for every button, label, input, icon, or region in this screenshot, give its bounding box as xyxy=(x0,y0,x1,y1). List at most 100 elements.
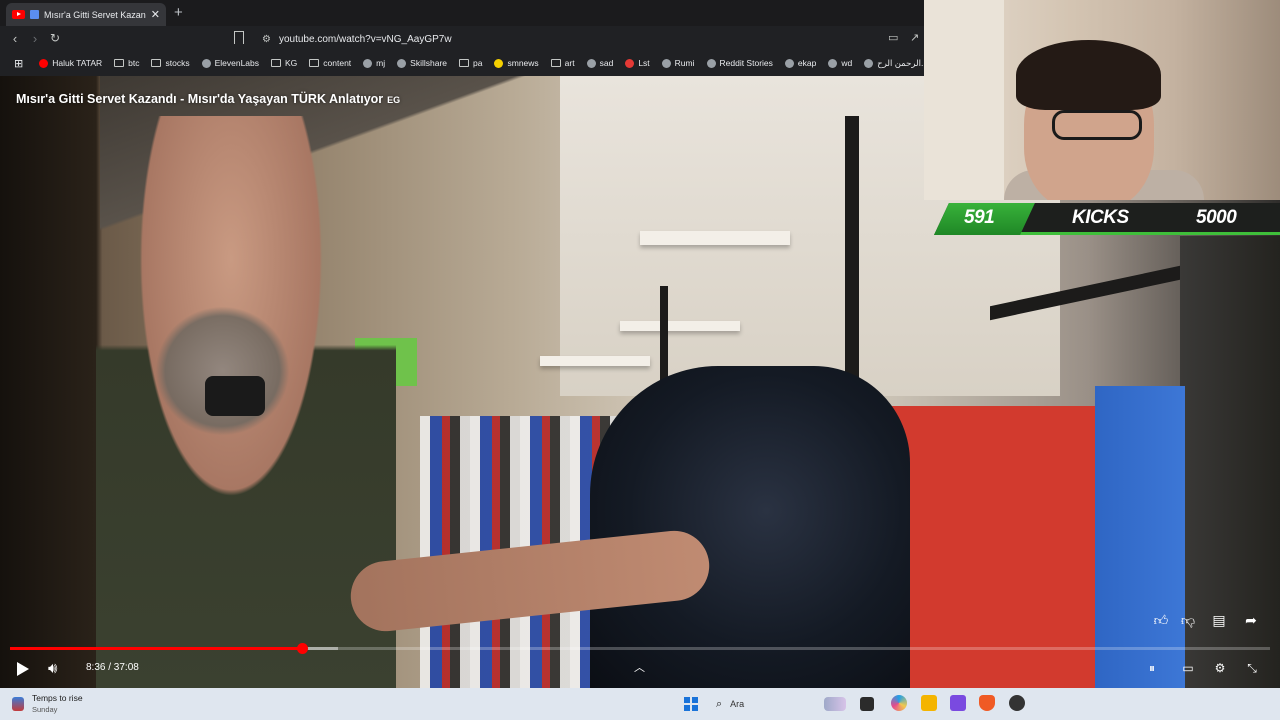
bookmark-label: smnews xyxy=(507,58,539,68)
like-icon[interactable]: 👍︎ xyxy=(1150,612,1172,629)
kicks-label: KICKS xyxy=(1072,207,1129,228)
pause-autoplay-icon[interactable]: ⏸ xyxy=(1142,661,1162,676)
bookmark-10[interactable]: art xyxy=(545,58,581,68)
weather-widget[interactable]: Temps to rise Sunday xyxy=(12,693,83,714)
youtube-icon xyxy=(39,58,49,68)
brave-browser-icon[interactable] xyxy=(979,695,995,711)
video-scene-shelf xyxy=(640,231,790,245)
video-title[interactable]: Mısır'a Gitti Servet Kazandı - Mısır'da … xyxy=(16,92,400,106)
browser-toolbar: ‹ › ↻ ⚙ youtube.com/watch?v=vNG_AayGP7w … xyxy=(0,26,924,52)
bookmark-label: sad xyxy=(599,58,614,68)
exit-fullscreen-icon[interactable]: ⤡ xyxy=(1242,661,1262,676)
volume-icon[interactable]: 🔊︎ xyxy=(48,660,57,677)
bookmark-2[interactable]: stocks xyxy=(145,58,195,68)
d-logo-icon xyxy=(706,58,716,68)
new-tab-button[interactable]: + xyxy=(174,4,183,21)
chevron-up-icon[interactable]: ︿ xyxy=(634,659,645,675)
site-info-icon[interactable]: ⚙ xyxy=(262,34,271,45)
bookmark-label: Haluk TATAR xyxy=(52,58,103,68)
url-text: youtube.com/watch?v=vNG_AayGP7w xyxy=(278,34,452,45)
cast-icon[interactable]: ▭ xyxy=(888,31,898,44)
share-arrow-icon[interactable]: ➦ xyxy=(1240,612,1262,629)
kicks-goal-count: 5000 xyxy=(1196,207,1237,228)
bookmark-1[interactable]: btc xyxy=(108,58,145,68)
tab-close-icon[interactable]: ✕ xyxy=(151,8,160,21)
bookmark-4[interactable]: KG xyxy=(265,58,303,68)
video-scene-microphone xyxy=(205,376,265,416)
webcam-hair xyxy=(1016,40,1161,110)
bookmark-13[interactable]: Rumi xyxy=(656,58,701,68)
taskbar-search[interactable]: ⌕ Ara xyxy=(710,694,852,714)
video-scene-shelf xyxy=(540,356,650,366)
subtitles-icon[interactable]: ▭ xyxy=(1178,661,1198,675)
s-logo-icon xyxy=(625,58,635,68)
dislike-icon[interactable]: 👎︎ xyxy=(1177,612,1199,629)
webcam-overlay xyxy=(924,0,1280,200)
file-explorer-icon[interactable] xyxy=(921,695,937,711)
globe-icon xyxy=(661,58,671,68)
kicks-goal-overlay: 591 KICKS 5000 xyxy=(934,203,1280,235)
bookmark-label: الرحمن الرح... xyxy=(877,57,924,68)
bookmark-0[interactable]: Haluk TATAR xyxy=(33,58,108,68)
address-bar[interactable]: ⚙ youtube.com/watch?v=vNG_AayGP7w xyxy=(256,30,896,49)
slash-icon xyxy=(586,58,596,68)
elevenlabs-icon xyxy=(201,58,211,68)
bookmark-6[interactable]: mj xyxy=(357,58,391,68)
windows-start-icon[interactable] xyxy=(684,697,698,711)
video-title-suffix: EG xyxy=(387,95,401,105)
bookmark-7[interactable]: Skillshare xyxy=(391,58,453,68)
bookmark-15[interactable]: ekap xyxy=(779,58,822,68)
task-view-icon[interactable] xyxy=(860,697,874,711)
bookmark-9[interactable]: smnews xyxy=(488,58,544,68)
comments-icon[interactable]: ▤ xyxy=(1208,612,1230,629)
bookmark-label: Rumi xyxy=(674,58,695,68)
apps-grid-icon[interactable]: ⊞ xyxy=(8,57,33,70)
bookmark-17[interactable]: الرحمن الرح... xyxy=(858,58,924,69)
bookmark-label: pa xyxy=(473,58,483,68)
video-title-text: Mısır'a Gitti Servet Kazandı - Mısır'da … xyxy=(16,92,384,106)
back-arrow-icon[interactable]: ‹ xyxy=(6,31,24,46)
play-button[interactable] xyxy=(16,662,30,678)
reload-icon[interactable]: ↻ xyxy=(46,31,64,45)
bookmarks-bar: ⊞ Haluk TATAR btc stocks ElevenLabs KG conten… xyxy=(0,53,924,73)
bookmark-label: stocks xyxy=(165,58,190,68)
tab-active[interactable]: Mısır'a Gitti Servet Kazandı - M ✕ xyxy=(6,3,166,26)
progress-bar[interactable] xyxy=(10,643,1270,654)
forward-arrow-icon[interactable]: › xyxy=(26,31,44,46)
browser-chrome: Mısır'a Gitti Servet Kazandı - M ✕ + ‹ ›… xyxy=(0,0,924,76)
translate-icon xyxy=(30,10,39,19)
bookmark-14[interactable]: Reddit Stories xyxy=(701,58,779,68)
folder-icon xyxy=(271,59,281,67)
bookmark-label: art xyxy=(564,58,575,68)
settings-gear-icon[interactable]: ⚙ xyxy=(1210,661,1230,675)
bookmark-label: Skillshare xyxy=(410,58,448,68)
folder-icon xyxy=(309,59,320,67)
time-display: 8:36 / 37:08 xyxy=(86,662,139,673)
share-icon[interactable]: ↗ xyxy=(910,31,919,44)
video-scene-rail xyxy=(845,116,859,406)
search-highlight-icon xyxy=(824,697,846,711)
obs-icon[interactable] xyxy=(1009,695,1025,711)
bookmark-label: ElevenLabs xyxy=(214,58,259,68)
bookmark-label: ekap xyxy=(797,58,817,68)
bookmark-8[interactable]: pa xyxy=(453,58,488,68)
bookmark-11[interactable]: sad xyxy=(581,58,620,68)
copilot-icon[interactable] xyxy=(891,695,907,711)
folder-icon xyxy=(151,59,162,67)
bookmark-icon[interactable] xyxy=(234,31,244,44)
youtube-favicon-icon xyxy=(12,10,25,19)
video-scene-blue-shorts xyxy=(1095,386,1185,688)
snipping-tool-icon[interactable] xyxy=(950,695,966,711)
folder-icon xyxy=(550,59,561,67)
bookmark-3[interactable]: ElevenLabs xyxy=(196,58,265,68)
folder-icon xyxy=(114,59,125,67)
bookmark-12[interactable]: Lst xyxy=(619,58,655,68)
windows-taskbar: Temps to rise Sunday ⌕ Ara xyxy=(0,688,1280,720)
skillshare-icon xyxy=(397,58,407,68)
search-icon: ⌕ xyxy=(716,697,723,710)
video-scene-black-shorts xyxy=(590,366,910,688)
progress-played xyxy=(10,647,303,650)
bookmark-16[interactable]: wd xyxy=(822,58,858,68)
video-scene-beard xyxy=(155,306,290,436)
bookmark-5[interactable]: content xyxy=(303,58,357,68)
